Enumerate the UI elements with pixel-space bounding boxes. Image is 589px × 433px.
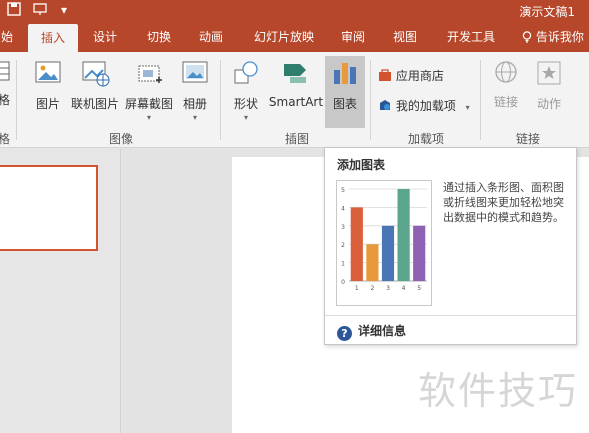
tab-developer[interactable]: 开发工具	[440, 22, 502, 52]
preview-chart-svg: 0 1 2 3 4 5 1 2 3 4 5	[341, 187, 427, 292]
album-dropdown-icon: ▾	[192, 113, 197, 122]
screenshot-button[interactable]: 屏幕截图 ▾	[124, 58, 174, 122]
picture-icon	[28, 58, 68, 91]
chart-x-tick-label: 1	[355, 285, 359, 292]
action-button[interactable]: 动作	[530, 58, 568, 112]
save-icon[interactable]	[6, 2, 22, 18]
group-divider	[220, 60, 221, 140]
chart-y-tick-label: 2	[341, 242, 345, 249]
shapes-button[interactable]: 形状 ▾	[228, 58, 264, 122]
action-star-icon	[530, 58, 568, 91]
help-icon: ?	[337, 326, 352, 341]
watermark: 软件技巧	[418, 369, 579, 413]
tab-review[interactable]: 审阅	[332, 22, 374, 52]
online-picture-label: 联机图片	[70, 97, 119, 111]
window-title: 演示文稿1	[519, 5, 575, 19]
smartart-label: SmartArt	[268, 95, 324, 109]
title-bar: ▾ 演示文稿1	[0, 0, 589, 22]
chart-button[interactable]: 图表	[325, 56, 365, 128]
album-button[interactable]: 相册 ▾	[178, 58, 212, 122]
link-icon	[488, 58, 524, 91]
illustrations-group-label: 插图	[284, 132, 309, 146]
tooltip-chart-preview: 0 1 2 3 4 5 1 2 3 4 5	[336, 180, 432, 306]
chart-x-tick-label: 4	[402, 285, 406, 292]
chart-x-tick-label: 3	[386, 285, 390, 292]
office-store-button[interactable]: 应用商店	[378, 66, 444, 86]
tables-group-label: 格	[0, 132, 10, 146]
chart-y-tick-label: 3	[341, 224, 345, 231]
tab-design[interactable]: 设计	[84, 22, 126, 52]
table-button[interactable]: 格	[0, 58, 12, 108]
my-addins-button[interactable]: 我的加载项 ▾	[378, 96, 470, 116]
chart-bar	[366, 244, 379, 281]
online-picture-icon	[70, 58, 120, 91]
slide-thumbnail[interactable]	[0, 165, 98, 251]
group-divider	[480, 60, 481, 140]
addins-group-label: 加载项	[407, 132, 444, 146]
screenshot-label: 屏幕截图	[124, 97, 173, 111]
my-addins-icon	[378, 99, 396, 113]
store-label: 应用商店	[395, 69, 444, 83]
chart-y-tick-label: 0	[341, 279, 345, 286]
lightbulb-icon	[522, 30, 536, 44]
tab-home[interactable]: 始	[0, 22, 18, 52]
shapes-label: 形状	[233, 97, 258, 111]
online-picture-button[interactable]: 联机图片	[70, 58, 120, 112]
shapes-dropdown-icon: ▾	[243, 113, 248, 122]
smartart-icon	[268, 58, 324, 91]
my-addins-label: 我的加载项	[395, 99, 456, 113]
chart-label: 图表	[332, 97, 357, 111]
store-icon	[378, 69, 396, 83]
group-divider	[370, 60, 371, 140]
chart-bar	[350, 207, 363, 281]
screenshot-dropdown-icon: ▾	[146, 113, 151, 122]
photo-album-icon	[178, 58, 212, 91]
album-label: 相册	[182, 97, 207, 111]
chart-bar	[413, 225, 426, 281]
tooltip-description: 通过插入条形图、面积图或折线图来更加轻松地突出数据中的模式和趋势。	[443, 181, 564, 224]
links-group-label: 链接	[515, 132, 540, 146]
chart-y-tick-label: 4	[341, 205, 345, 212]
picture-button[interactable]: 图片	[28, 58, 68, 112]
picture-label: 图片	[35, 97, 60, 111]
slide-thumbnail-pane[interactable]	[0, 149, 121, 433]
chart-x-tick-label: 5	[417, 285, 421, 292]
link-label: 链接	[493, 95, 518, 109]
tab-animations[interactable]: 动画	[190, 22, 232, 52]
chart-x-tick-label: 2	[370, 285, 374, 292]
tell-me-box[interactable]: 告诉我你	[522, 22, 584, 52]
tab-transitions[interactable]: 切换	[138, 22, 180, 52]
tell-me-more-label: 详细信息	[358, 324, 407, 338]
ribbon-tabs: 始 插入 设计 切换 动画 幻灯片放映 审阅 视图 开发工具 告诉我你	[0, 22, 589, 52]
chart-tooltip: 添加图表 0 1 2 3 4 5 1 2 3 4 5 通过插入条形图、面积图或折线图来更加轻松地突出…	[324, 147, 577, 345]
chart-y-tick-label: 1	[341, 261, 345, 268]
shapes-icon	[228, 58, 264, 91]
chart-bar	[381, 225, 395, 281]
tab-view[interactable]: 视图	[384, 22, 426, 52]
action-label: 动作	[536, 97, 561, 111]
tab-slideshow[interactable]: 幻灯片放映	[248, 22, 320, 52]
screenshot-icon	[124, 58, 174, 91]
link-button[interactable]: 链接	[488, 58, 524, 109]
table-label: 格	[0, 93, 10, 107]
tell-me-more-link[interactable]: ? 详细信息	[337, 322, 407, 341]
ribbon: 格 格 图片 联机图片 屏幕截图 ▾ 相册 ▾ 图像 形状 ▾ SmartArt…	[0, 52, 589, 148]
tooltip-divider	[325, 315, 576, 316]
present-from-start-icon[interactable]	[32, 2, 48, 18]
my-addins-dropdown-icon: ▾	[465, 103, 470, 112]
tooltip-title: 添加图表	[337, 158, 386, 172]
images-group-label: 图像	[108, 132, 133, 146]
chart-bar	[397, 189, 410, 281]
chart-icon	[325, 58, 365, 91]
table-icon	[0, 58, 12, 87]
group-divider	[16, 60, 17, 140]
tab-insert[interactable]: 插入	[28, 24, 78, 52]
chart-y-tick-label: 5	[341, 187, 345, 194]
smartart-button[interactable]: SmartArt	[268, 58, 324, 109]
tell-me-label: 告诉我你	[535, 30, 584, 44]
customize-quick-access-icon[interactable]: ▾	[56, 2, 72, 18]
